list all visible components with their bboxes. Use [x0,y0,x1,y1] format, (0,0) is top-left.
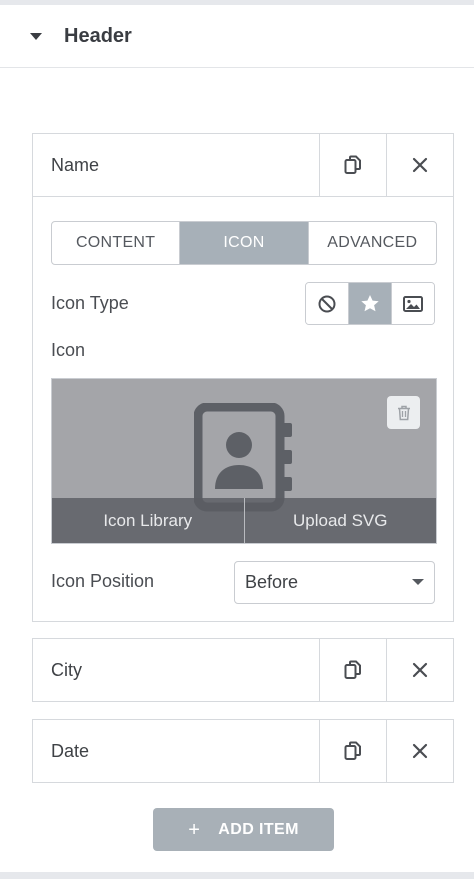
close-icon [412,662,428,678]
icon-picker-preview[interactable]: Icon Library Upload SVG [51,378,437,544]
trash-icon [397,405,410,420]
duplicate-button[interactable] [319,720,386,782]
none-icon [318,295,336,312]
copy-icon [344,660,361,679]
image-icon [403,295,423,312]
star-icon [361,295,379,312]
repeater-item-header[interactable]: Name [33,134,453,196]
remove-button[interactable] [386,134,453,196]
address-book-icon [194,403,292,512]
icon-label: Icon [51,340,86,360]
caret-down-icon[interactable] [30,32,42,40]
duplicate-button[interactable] [319,134,386,196]
icon-library-button[interactable]: Icon Library [52,498,245,543]
repeater-panel: Header Name CONTENT ICON ADVANCED Icon T… [0,0,474,879]
icon-type-none[interactable] [306,283,349,324]
plus-icon: + [188,818,201,841]
section-title: Header [64,24,132,47]
repeater-item-title[interactable]: Name [33,155,319,176]
chevron-down-icon [412,579,424,585]
close-icon [412,157,428,173]
duplicate-button[interactable] [319,639,386,701]
icon-picker-actions: Icon Library Upload SVG [52,498,436,543]
icon-type-choose [305,282,435,325]
icon-type-label: Icon Type [51,293,129,313]
upload-svg-button[interactable]: Upload SVG [245,498,437,543]
copy-icon [344,155,361,174]
add-item-button[interactable]: + ADD ITEM [153,808,334,851]
repeater-item-title[interactable]: City [33,660,319,681]
repeater-item-header[interactable]: Date [33,720,453,782]
repeater-item-header[interactable]: City [33,639,453,701]
icon-position-label: Icon Position [51,571,155,591]
delete-icon-button[interactable] [387,396,420,429]
section-header[interactable]: Header [0,5,474,68]
tab-icon[interactable]: ICON [180,222,309,264]
repeater-item-title[interactable]: Date [33,741,319,762]
icon-position-select[interactable]: Before [234,561,435,604]
remove-button[interactable] [386,639,453,701]
repeater-item-city: City [32,638,454,702]
add-item-label: ADD ITEM [218,820,299,838]
tab-content[interactable]: CONTENT [52,222,181,264]
bottom-divider [0,872,474,879]
copy-icon [344,741,361,760]
icon-position-value: Before [245,572,299,592]
control-tabs: CONTENT ICON ADVANCED [51,221,437,265]
repeater-item-name: Name CONTENT ICON ADVANCED Icon Type Ico… [32,133,454,622]
tab-advanced[interactable]: ADVANCED [309,222,436,264]
icon-type-image[interactable] [392,283,434,324]
close-icon [412,743,428,759]
repeater-item-body: CONTENT ICON ADVANCED Icon Type Icon Ico… [33,196,453,621]
repeater-item-date: Date [32,719,454,783]
remove-button[interactable] [386,720,453,782]
icon-type-icon[interactable] [349,283,392,324]
